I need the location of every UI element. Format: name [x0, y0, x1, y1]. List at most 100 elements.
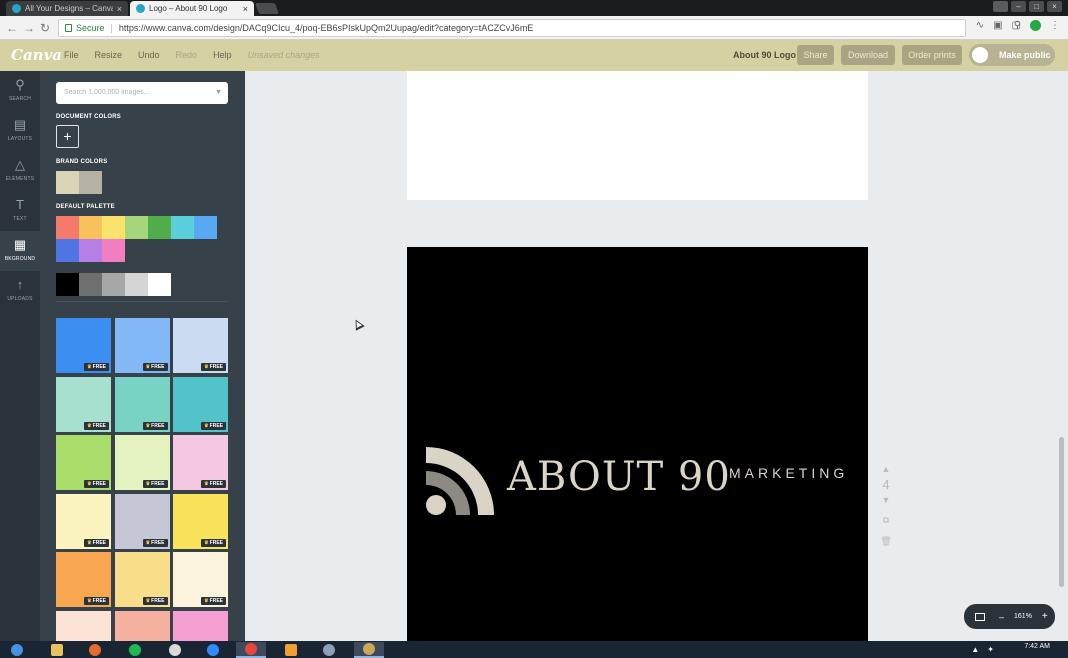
- background-tile[interactable]: ♛FREE: [173, 493, 228, 549]
- palette-swatch-6[interactable]: [194, 216, 217, 239]
- palette-swatch-1[interactable]: [79, 216, 102, 239]
- background-tile[interactable]: ♛FREE: [56, 318, 111, 373]
- brand-color-swatch-1[interactable]: [79, 171, 102, 194]
- side-nav-uploads[interactable]: ↑ UPLOADS: [0, 271, 40, 311]
- zoom-level[interactable]: 161%: [1014, 613, 1032, 620]
- side-nav-layouts[interactable]: ▤ LAYOUTS: [0, 111, 40, 151]
- close-tab-icon[interactable]: ×: [117, 4, 122, 14]
- background-tile[interactable]: ♛FREE: [173, 552, 228, 607]
- side-nav-background[interactable]: ▦ BKGROUND: [0, 231, 40, 271]
- duplicate-page-icon[interactable]: ⧉: [879, 515, 893, 526]
- extension-wave-icon[interactable]: ∿: [976, 20, 984, 31]
- palette-swatch-0[interactable]: [56, 216, 79, 239]
- close-window-icon[interactable]: ×: [1047, 1, 1062, 12]
- side-nav-text[interactable]: T TEXT: [0, 191, 40, 231]
- taskbar-chrome[interactable]: [236, 642, 266, 658]
- background-tile[interactable]: ♛FREE: [114, 435, 170, 490]
- browser-tab-logo[interactable]: Logo – About 90 Logo ×: [130, 1, 254, 16]
- order-prints-button[interactable]: Order prints: [902, 45, 962, 65]
- present-icon[interactable]: [975, 612, 985, 621]
- rss-logo-mark[interactable]: [424, 441, 504, 521]
- taskbar-recorder[interactable]: [314, 642, 344, 658]
- undo-button[interactable]: Undo: [138, 50, 160, 60]
- logo-tagline[interactable]: MARKETING: [729, 465, 848, 481]
- taskbar-office[interactable]: [276, 642, 306, 658]
- delete-page-icon[interactable]: 🗑: [879, 536, 893, 547]
- neutral-swatch-0[interactable]: [56, 273, 79, 296]
- palette-swatch-5[interactable]: [171, 216, 194, 239]
- new-tab-button[interactable]: [254, 3, 280, 14]
- background-tile[interactable]: ♛FREE: [173, 376, 228, 432]
- background-tile[interactable]: ♛FREE: [114, 493, 170, 549]
- make-public-toggle[interactable]: Make public: [969, 44, 1055, 66]
- resize-menu[interactable]: Resize: [95, 50, 123, 60]
- neutral-swatch-1[interactable]: [79, 273, 102, 296]
- background-tile[interactable]: ♛FREE: [173, 318, 228, 373]
- extension-square-icon[interactable]: ▢: [1012, 20, 1021, 31]
- design-page-4[interactable]: ABOUT 90 MARKETING: [407, 247, 868, 641]
- start-button[interactable]: [2, 642, 32, 658]
- background-tile[interactable]: ♛FREE: [114, 552, 170, 607]
- taskbar-user-app[interactable]: [354, 642, 384, 658]
- document-title[interactable]: About 90 Logo: [733, 50, 796, 60]
- background-tile[interactable]: ♛FREE: [56, 552, 111, 607]
- design-page-3[interactable]: [407, 71, 868, 200]
- neutral-swatch-3[interactable]: [125, 273, 148, 296]
- reload-icon[interactable]: ↻: [40, 21, 50, 35]
- background-tile[interactable]: [56, 610, 111, 641]
- side-nav-search[interactable]: ⚲ SEARCH: [0, 71, 40, 111]
- taskbar-firefox[interactable]: [80, 642, 110, 658]
- taskbar-zoom[interactable]: [198, 642, 228, 658]
- zoom-out-button[interactable]: –: [999, 612, 1004, 622]
- minimize-icon[interactable]: –: [1011, 1, 1026, 12]
- background-tile[interactable]: [114, 610, 170, 641]
- browser-tab-all-designs[interactable]: All Your Designs – Canva ×: [6, 1, 128, 16]
- taskbar-clock[interactable]: 7:42 AM: [1024, 643, 1050, 650]
- palette-swatch-2-2[interactable]: [102, 239, 125, 262]
- taskbar-file-explorer[interactable]: [42, 642, 72, 658]
- vertical-scrollbar[interactable]: [1059, 437, 1064, 587]
- background-tile[interactable]: [173, 610, 228, 641]
- maximize-icon[interactable]: □: [1029, 1, 1044, 12]
- background-tile[interactable]: ♛FREE: [56, 376, 111, 432]
- neutral-swatch-2[interactable]: [102, 273, 125, 296]
- image-search-input[interactable]: Search 1,000,000 images... ▼: [56, 82, 228, 104]
- close-tab-icon[interactable]: ×: [243, 4, 248, 14]
- browser-menu-icon[interactable]: ⋮: [1050, 20, 1060, 31]
- move-page-up-icon[interactable]: ▲: [879, 464, 893, 474]
- extension-n-icon[interactable]: ▣: [993, 20, 1002, 31]
- neutral-swatch-4[interactable]: [148, 273, 171, 296]
- taskbar-app[interactable]: [160, 642, 190, 658]
- zoom-in-button[interactable]: +: [1042, 611, 1048, 622]
- user-profile-icon[interactable]: [993, 1, 1008, 12]
- canva-logo[interactable]: Canva: [11, 46, 62, 64]
- palette-swatch-2[interactable]: [102, 216, 125, 239]
- move-page-down-icon[interactable]: ▼: [879, 495, 893, 505]
- chevron-down-icon[interactable]: ▼: [215, 82, 222, 104]
- tray-arrow-icon[interactable]: ▲: [971, 645, 979, 654]
- forward-arrow-icon[interactable]: →: [23, 21, 35, 35]
- extension-grammarly-icon[interactable]: [1030, 20, 1041, 31]
- logo-wordmark[interactable]: ABOUT 90: [507, 454, 731, 500]
- add-color-button[interactable]: +: [56, 125, 79, 148]
- address-bar[interactable]: Secure | https://www.canva.com/design/DA…: [58, 19, 966, 37]
- download-button[interactable]: Download: [841, 45, 895, 65]
- palette-swatch-4[interactable]: [148, 216, 171, 239]
- background-tile[interactable]: ♛FREE: [114, 376, 170, 432]
- background-tile[interactable]: ♛FREE: [173, 435, 228, 490]
- background-tile[interactable]: ♛FREE: [114, 318, 170, 373]
- palette-swatch-3[interactable]: [125, 216, 148, 239]
- brand-color-swatch-0[interactable]: [56, 171, 79, 194]
- file-menu[interactable]: File: [64, 50, 79, 60]
- side-nav-elements[interactable]: △ ELEMENTS: [0, 151, 40, 191]
- background-tile[interactable]: ♛FREE: [56, 493, 111, 549]
- palette-swatch-2-1[interactable]: [79, 239, 102, 262]
- back-arrow-icon[interactable]: ←: [6, 21, 18, 35]
- help-menu[interactable]: Help: [213, 50, 232, 60]
- share-button[interactable]: Share: [797, 45, 834, 65]
- taskbar-spotify[interactable]: [120, 642, 150, 658]
- redo-button[interactable]: Redo: [176, 50, 198, 60]
- dropbox-icon[interactable]: ✦: [987, 645, 994, 654]
- palette-swatch-2-0[interactable]: [56, 239, 79, 262]
- background-tile[interactable]: ♛FREE: [56, 435, 111, 490]
